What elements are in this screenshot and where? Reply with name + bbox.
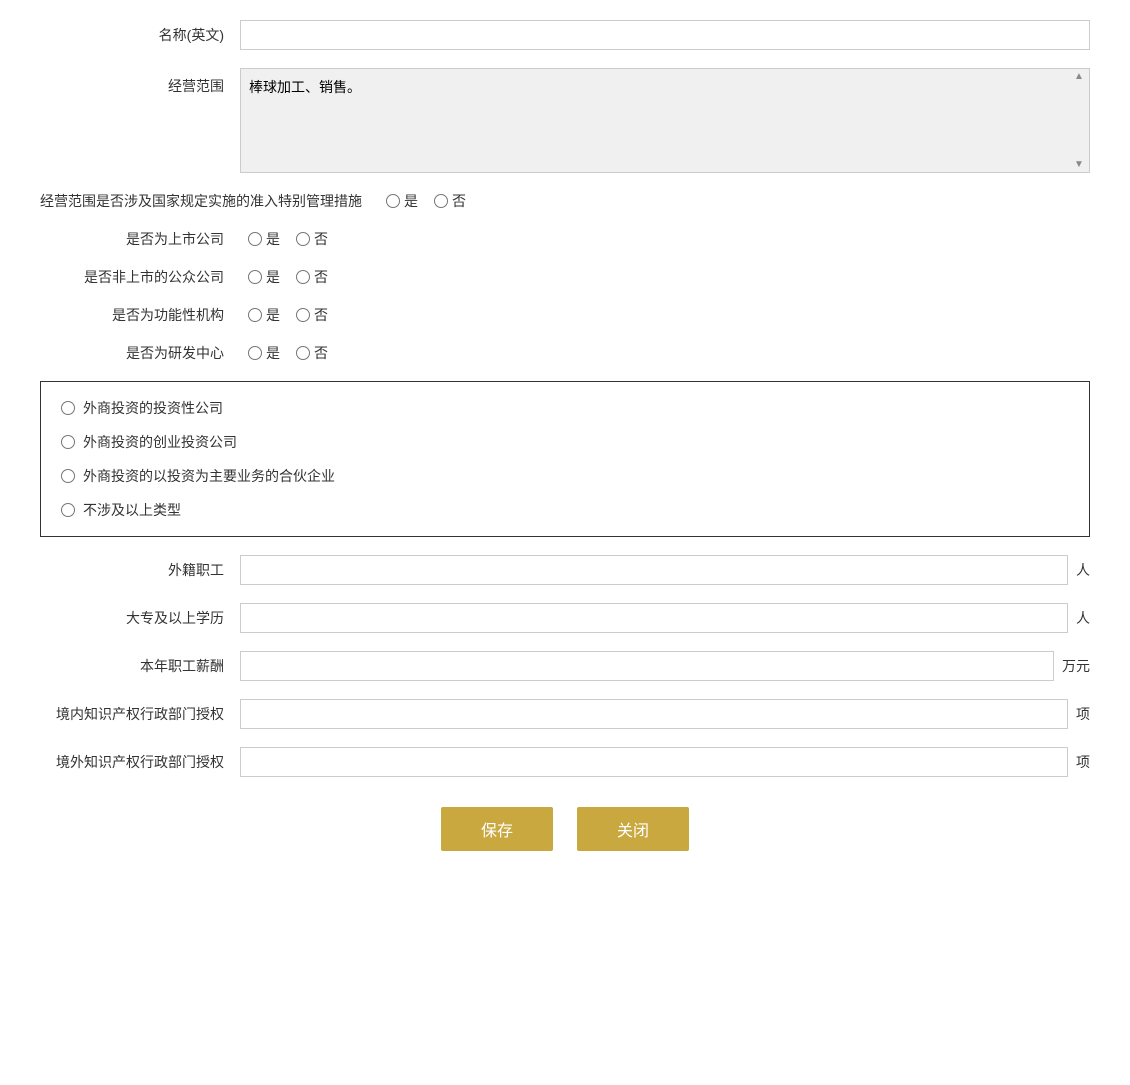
scroll-down-icon[interactable]: ▼	[1074, 159, 1084, 170]
listed-no[interactable]: 否	[296, 229, 328, 249]
domestic-ip-unit: 项	[1068, 704, 1090, 724]
listed-radio-group: 是 否	[240, 229, 328, 249]
salary-input[interactable]	[240, 651, 1054, 681]
salary-row: 本年职工薪酬 万元	[40, 651, 1090, 681]
foreign-staff-unit: 人	[1068, 560, 1090, 580]
listed-yes-label: 是	[266, 229, 280, 249]
functional-radio-group: 是 否	[240, 305, 328, 325]
functional-no-label: 否	[314, 305, 328, 325]
scope-special-no[interactable]: 否	[434, 191, 466, 211]
scope-special-radio-group: 是 否	[378, 191, 466, 211]
invest-option-2-radio[interactable]	[61, 435, 75, 449]
scope-special-label: 经营范围是否涉及国家规定实施的准入特别管理措施	[40, 191, 378, 211]
public-unlisted-no-label: 否	[314, 267, 328, 287]
listed-yes[interactable]: 是	[248, 229, 280, 249]
invest-option-3-row: 外商投资的以投资为主要业务的合伙企业	[61, 466, 1069, 486]
close-button[interactable]: 关闭	[577, 807, 689, 851]
domestic-ip-input[interactable]	[240, 699, 1068, 729]
invest-option-2-label: 外商投资的创业投资公司	[83, 432, 237, 452]
foreign-ip-label: 境外知识产权行政部门授权	[40, 752, 240, 772]
functional-label: 是否为功能性机构	[40, 305, 240, 325]
functional-no[interactable]: 否	[296, 305, 328, 325]
foreign-ip-row: 境外知识产权行政部门授权 项	[40, 747, 1090, 777]
invest-option-1-radio[interactable]	[61, 401, 75, 415]
form-container: 名称(英文) 经营范围 棒球加工、销售。 ▲ ▼ 经营范围是否涉及国家规定实施的…	[40, 20, 1090, 851]
public-unlisted-yes-label: 是	[266, 267, 280, 287]
invest-option-4-label: 不涉及以上类型	[83, 500, 181, 520]
invest-option-4-row: 不涉及以上类型	[61, 500, 1069, 520]
education-row: 大专及以上学历 人	[40, 603, 1090, 633]
foreign-ip-unit: 项	[1068, 752, 1090, 772]
foreign-ip-input[interactable]	[240, 747, 1068, 777]
public-unlisted-label: 是否非上市的公众公司	[40, 267, 240, 287]
scrollbar: ▲ ▼	[1071, 71, 1087, 170]
salary-label: 本年职工薪酬	[40, 656, 240, 676]
invest-option-3-radio[interactable]	[61, 469, 75, 483]
functional-row: 是否为功能性机构 是 否	[40, 305, 1090, 325]
education-unit: 人	[1068, 608, 1090, 628]
listed-label: 是否为上市公司	[40, 229, 240, 249]
save-button[interactable]: 保存	[441, 807, 553, 851]
invest-option-4-radio[interactable]	[61, 503, 75, 517]
public-unlisted-yes[interactable]: 是	[248, 267, 280, 287]
domestic-ip-row: 境内知识产权行政部门授权 项	[40, 699, 1090, 729]
button-row: 保存 关闭	[40, 807, 1090, 851]
public-unlisted-radio-group: 是 否	[240, 267, 328, 287]
rd-yes-label: 是	[266, 343, 280, 363]
scope-textarea[interactable]: 棒球加工、销售。	[241, 69, 1089, 169]
public-unlisted-no[interactable]: 否	[296, 267, 328, 287]
scope-special-yes-label: 是	[404, 191, 418, 211]
name-en-row: 名称(英文)	[40, 20, 1090, 50]
invest-option-1-row: 外商投资的投资性公司	[61, 398, 1069, 418]
rd-no[interactable]: 否	[296, 343, 328, 363]
foreign-staff-label: 外籍职工	[40, 560, 240, 580]
rd-no-label: 否	[314, 343, 328, 363]
functional-yes-label: 是	[266, 305, 280, 325]
investment-type-box: 外商投资的投资性公司 外商投资的创业投资公司 外商投资的以投资为主要业务的合伙企…	[40, 381, 1090, 537]
functional-yes[interactable]: 是	[248, 305, 280, 325]
scope-textarea-wrapper: 棒球加工、销售。 ▲ ▼	[240, 68, 1090, 173]
scroll-up-icon[interactable]: ▲	[1074, 71, 1084, 82]
listed-row: 是否为上市公司 是 否	[40, 229, 1090, 249]
public-unlisted-row: 是否非上市的公众公司 是 否	[40, 267, 1090, 287]
rd-label: 是否为研发中心	[40, 343, 240, 363]
scope-label: 经营范围	[40, 68, 240, 96]
scope-special-row: 经营范围是否涉及国家规定实施的准入特别管理措施 是 否	[40, 191, 1090, 211]
rd-row: 是否为研发中心 是 否	[40, 343, 1090, 363]
foreign-staff-row: 外籍职工 人	[40, 555, 1090, 585]
invest-option-2-row: 外商投资的创业投资公司	[61, 432, 1069, 452]
rd-yes[interactable]: 是	[248, 343, 280, 363]
name-en-label: 名称(英文)	[40, 25, 240, 45]
education-label: 大专及以上学历	[40, 608, 240, 628]
listed-no-label: 否	[314, 229, 328, 249]
invest-option-1-label: 外商投资的投资性公司	[83, 398, 223, 418]
foreign-staff-input[interactable]	[240, 555, 1068, 585]
scope-special-no-label: 否	[452, 191, 466, 211]
salary-unit: 万元	[1054, 656, 1090, 676]
scope-row: 经营范围 棒球加工、销售。 ▲ ▼	[40, 68, 1090, 173]
invest-option-3-label: 外商投资的以投资为主要业务的合伙企业	[83, 466, 335, 486]
scope-special-yes[interactable]: 是	[386, 191, 418, 211]
education-input[interactable]	[240, 603, 1068, 633]
rd-radio-group: 是 否	[240, 343, 328, 363]
domestic-ip-label: 境内知识产权行政部门授权	[40, 704, 240, 724]
name-en-input[interactable]	[240, 20, 1090, 50]
